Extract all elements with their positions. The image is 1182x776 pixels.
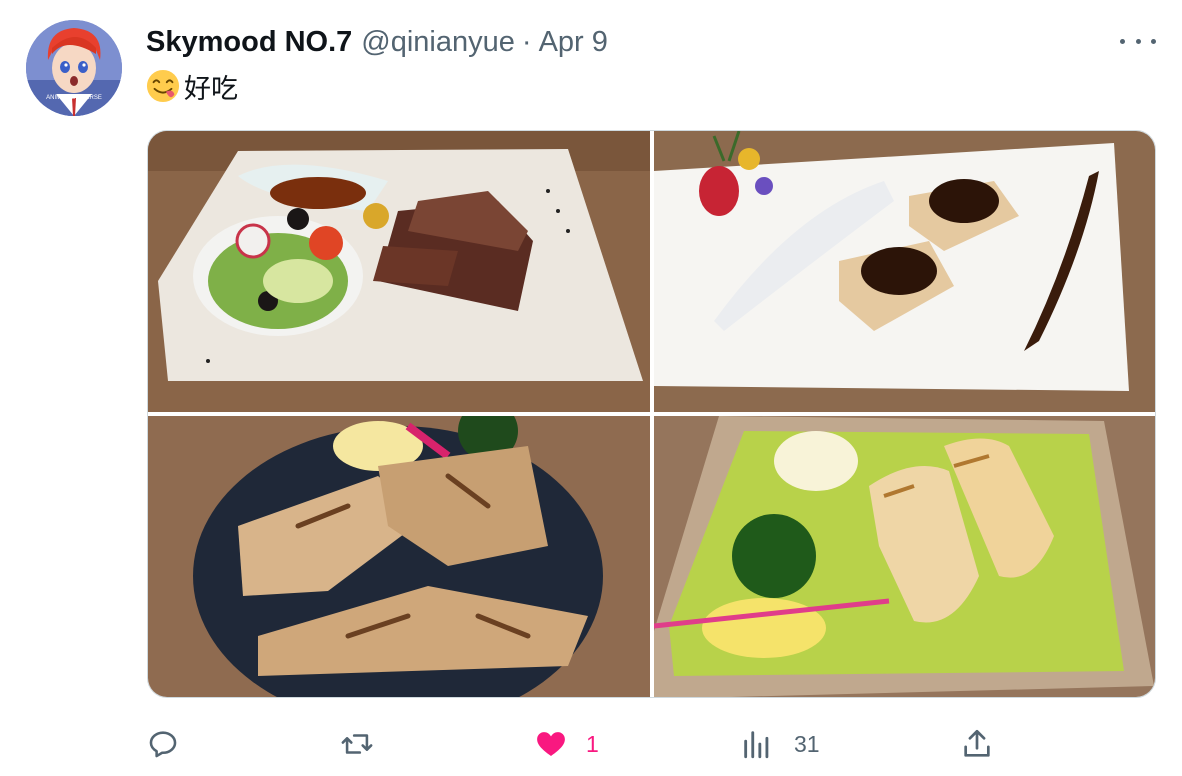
author-handle[interactable]: @qinianyue <box>361 26 515 59</box>
reply-button[interactable] <box>146 724 198 764</box>
more-options-icon[interactable] <box>1120 28 1156 54</box>
photo-1[interactable] <box>148 131 650 412</box>
media-grid <box>147 130 1156 698</box>
separator-dot: · <box>521 25 532 58</box>
share-button[interactable] <box>960 724 994 764</box>
photo-3[interactable] <box>148 416 650 697</box>
tweet-body: 好吃 <box>184 73 238 104</box>
tweet-header: Skymood NO.7 @qinianyue · Apr 9 <box>146 24 608 60</box>
steak-salad-plate-photo-icon <box>148 131 650 412</box>
tweet-text: 好吃 <box>146 66 238 106</box>
like-button[interactable]: 1 <box>534 724 599 764</box>
foie-gras-toast-plate-photo-icon <box>654 131 1155 412</box>
retweet-icon <box>341 734 373 754</box>
avatar-image: ANIMAN UNIVERSE <box>26 20 122 116</box>
heart-icon <box>537 732 565 757</box>
like-count: 1 <box>586 730 599 757</box>
tweet-date[interactable]: Apr 9 <box>539 26 608 59</box>
grilled-fish-dark-plate-photo-icon <box>148 416 650 697</box>
views-button[interactable]: 31 <box>740 724 820 764</box>
photo-4[interactable] <box>654 416 1155 697</box>
avatar[interactable]: ANIMAN UNIVERSE <box>26 20 122 116</box>
views-icon <box>744 731 769 759</box>
action-bar: 1 31 <box>146 724 996 764</box>
views-count: 31 <box>794 730 820 757</box>
reply-icon <box>149 731 177 758</box>
avatar-caption: ANIMAN UNIVERSE <box>46 95 102 101</box>
retweet-button[interactable] <box>340 724 392 764</box>
author-name[interactable]: Skymood NO.7 <box>146 26 352 59</box>
photo-2[interactable] <box>654 131 1155 412</box>
share-icon <box>964 729 990 757</box>
face-savoring-food-icon <box>146 69 180 103</box>
grilled-fish-green-dish-photo-icon <box>654 416 1155 697</box>
